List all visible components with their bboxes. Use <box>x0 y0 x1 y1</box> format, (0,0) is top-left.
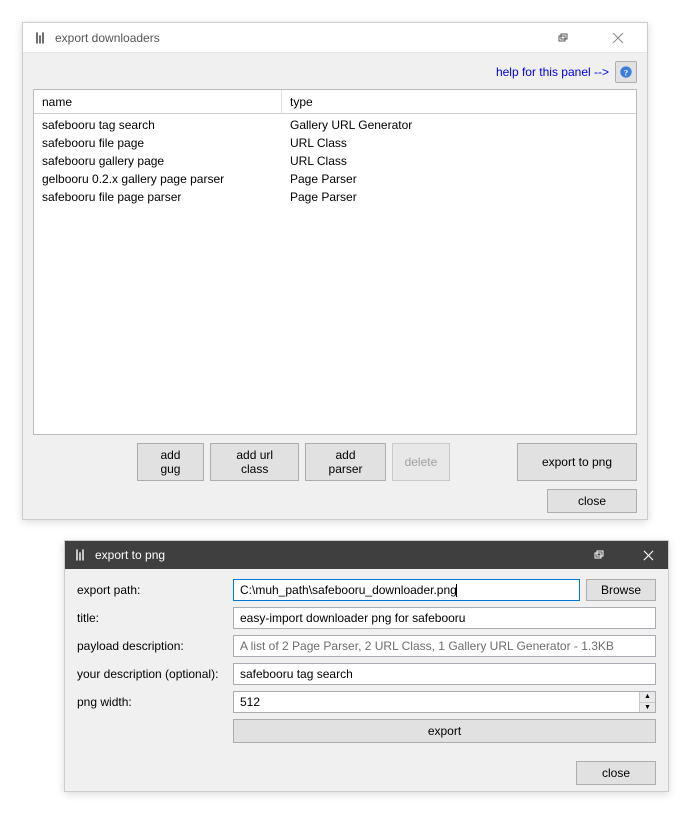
downloaders-list[interactable]: name type safebooru tag search Gallery U… <box>33 89 637 435</box>
maximize-icon[interactable] <box>543 24 581 52</box>
list-item[interactable]: gelbooru 0.2.x gallery page parser Page … <box>34 170 636 188</box>
add-url-class-button[interactable]: add url class <box>210 443 300 481</box>
delete-button: delete <box>392 443 451 481</box>
cell-type: Page Parser <box>282 188 636 206</box>
png-width-input[interactable] <box>234 692 639 712</box>
cell-name: gelbooru 0.2.x gallery page parser <box>34 170 282 188</box>
titlebar: export downloaders <box>23 23 647 53</box>
export-to-png-window: export to png export path: C:\muh_path\s… <box>64 540 669 792</box>
payload-description-label: payload description: <box>77 639 227 653</box>
list-item[interactable]: safebooru file page parser Page Parser <box>34 188 636 206</box>
add-parser-button[interactable]: add parser <box>305 443 385 481</box>
png-width-stepper[interactable]: ▲ ▼ <box>233 691 656 713</box>
list-item[interactable]: safebooru file page URL Class <box>34 134 636 152</box>
list-item[interactable]: safebooru tag search Gallery URL Generat… <box>34 116 636 134</box>
cell-name: safebooru file page parser <box>34 188 282 206</box>
export-downloaders-window: export downloaders help for this panel -… <box>22 22 648 520</box>
list-header: name type <box>34 90 636 114</box>
title-label: title: <box>77 611 227 625</box>
stepper-up-icon[interactable]: ▲ <box>640 692 655 703</box>
cell-type: Page Parser <box>282 170 636 188</box>
app-icon <box>73 548 87 562</box>
close-button[interactable]: close <box>576 761 656 785</box>
cell-type: URL Class <box>282 152 636 170</box>
list-item[interactable]: safebooru gallery page URL Class <box>34 152 636 170</box>
titlebar: export to png <box>65 541 668 569</box>
browse-button[interactable]: Browse <box>586 579 656 601</box>
png-width-label: png width: <box>77 695 227 709</box>
export-to-png-button[interactable]: export to png <box>517 443 637 481</box>
column-header-type[interactable]: type <box>282 90 636 113</box>
cell-name: safebooru tag search <box>34 116 282 134</box>
export-path-input[interactable]: C:\muh_path\safebooru_downloader.png <box>233 579 580 601</box>
export-button[interactable]: export <box>233 719 656 743</box>
svg-text:?: ? <box>624 68 628 78</box>
maximize-icon[interactable] <box>578 541 618 569</box>
title-input[interactable] <box>233 607 656 629</box>
close-button[interactable]: close <box>547 489 637 513</box>
app-icon <box>33 31 47 45</box>
payload-description-input <box>233 635 656 657</box>
cell-name: safebooru gallery page <box>34 152 282 170</box>
stepper-down-icon[interactable]: ▼ <box>640 703 655 713</box>
cell-type: Gallery URL Generator <box>282 116 636 134</box>
your-description-input[interactable] <box>233 663 656 685</box>
your-description-label: your description (optional): <box>77 667 227 681</box>
add-gug-button[interactable]: add gug <box>137 443 204 481</box>
help-link[interactable]: help for this panel --> <box>496 65 609 79</box>
cell-type: URL Class <box>282 134 636 152</box>
cell-name: safebooru file page <box>34 134 282 152</box>
export-path-label: export path: <box>77 583 227 597</box>
window-title: export downloaders <box>55 31 543 45</box>
close-icon[interactable] <box>599 24 637 52</box>
close-icon[interactable] <box>628 541 668 569</box>
help-icon[interactable]: ? <box>615 61 637 83</box>
column-header-name[interactable]: name <box>34 90 282 113</box>
window-title: export to png <box>95 548 578 562</box>
